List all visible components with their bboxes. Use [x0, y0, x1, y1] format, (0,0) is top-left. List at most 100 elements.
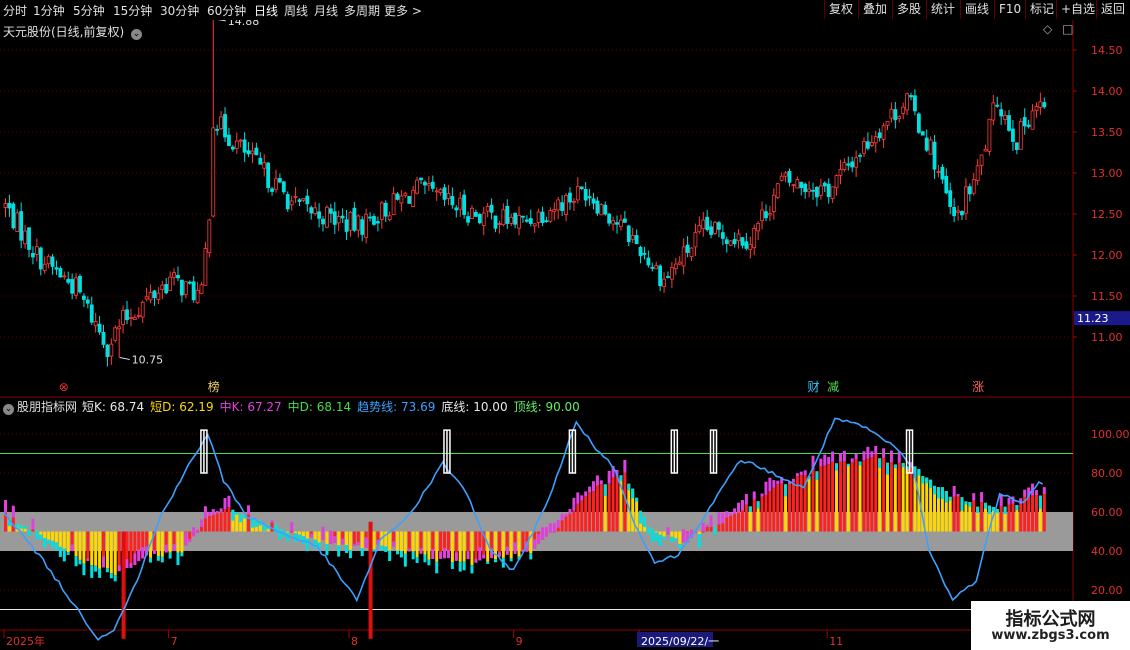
candle-body-258 — [1014, 142, 1019, 151]
candle-body-218 — [858, 154, 862, 157]
osc-mark-236 — [929, 479, 933, 488]
candle-body-62 — [246, 150, 251, 155]
toolbar-button-1[interactable]: 叠加 — [858, 0, 892, 19]
candle-body-9 — [38, 247, 43, 270]
osc-bar-191 — [752, 499, 756, 532]
candle-body-140 — [552, 209, 557, 213]
candle-body-64 — [254, 147, 259, 156]
osc-bar-230 — [905, 466, 909, 532]
period-tab-9[interactable]: 多周期 — [344, 2, 380, 19]
candle-body-265 — [1042, 102, 1047, 108]
osc-bar-104 — [411, 531, 415, 552]
chevron-down-icon[interactable]: ⌄ — [131, 29, 143, 40]
osc-bar-72 — [286, 531, 290, 533]
candle-body-227 — [893, 109, 898, 121]
stock-chart[interactable]: 14.50 14.00 13.50 13.00 12.50 12.00 11.50 11.00… — [0, 20, 1130, 650]
price-label-1: 14.00 — [1091, 85, 1123, 98]
toolbar-button-5[interactable]: F10 — [994, 0, 1025, 19]
osc-mark-76 — [301, 536, 305, 544]
osc-mark-27 — [109, 573, 113, 579]
candle-body-240 — [944, 175, 949, 194]
candle-body-264 — [1038, 101, 1043, 108]
candle-body-212 — [834, 175, 839, 189]
candle-body-155 — [611, 220, 615, 225]
candle-body-79 — [313, 207, 318, 214]
candle-body-30 — [121, 310, 125, 325]
osc-bar-212 — [835, 463, 839, 532]
toolbar-button-7[interactable]: +自选 — [1056, 0, 1096, 19]
toolbar-button-4[interactable]: 画线 — [960, 0, 994, 19]
osc-mark-186 — [733, 508, 737, 515]
osc-mark-119 — [470, 565, 474, 574]
period-tab-8[interactable]: 月线 — [314, 2, 338, 19]
osc-bar-254 — [999, 506, 1003, 532]
toolbar-button-3[interactable]: 统计 — [926, 0, 960, 19]
high-price-label: 14.88 — [228, 20, 260, 28]
legend-value: 68.74 — [105, 400, 145, 414]
diamond-icon[interactable]: ◇ — [1043, 22, 1052, 36]
candle-body-99 — [391, 193, 396, 215]
candle-body-111 — [438, 188, 443, 194]
osc-bar-208 — [819, 466, 823, 532]
osc-mark-110 — [435, 561, 439, 574]
osc-bar-195 — [768, 491, 772, 532]
period-tab-6[interactable]: 日线 — [254, 2, 278, 19]
ind-axis-label-1: 80.00 — [1091, 467, 1123, 480]
candle-body-170 — [670, 267, 674, 280]
osc-mark-34 — [137, 549, 141, 562]
osc-mark-104 — [411, 551, 415, 560]
osc-bar-53 — [211, 514, 215, 532]
candle-body-141 — [556, 199, 561, 211]
osc-mark-147 — [580, 495, 584, 501]
ind-axis-label-3: 40.00 — [1091, 545, 1123, 558]
candle-body-95 — [375, 221, 380, 224]
candle-body-31 — [125, 309, 129, 321]
candle-body-14 — [58, 268, 63, 278]
osc-bar-87 — [345, 531, 349, 546]
osc-mark-149 — [588, 486, 592, 493]
candle-body-239 — [940, 166, 945, 180]
period-tab-4[interactable]: 30分钟 — [160, 2, 199, 19]
toolbar-button-0[interactable]: 复权 — [824, 0, 858, 19]
candle-body-196 — [771, 194, 776, 212]
candle-body-11 — [46, 255, 51, 265]
candle-body-20 — [82, 295, 86, 300]
osc-bar-20 — [82, 531, 86, 564]
period-tab-7[interactable]: 周线 — [284, 2, 308, 19]
period-tab-0[interactable]: 分时 — [3, 2, 27, 19]
osc-bar-166 — [654, 531, 658, 533]
osc-bar-98 — [388, 531, 392, 551]
toolbar-button-2[interactable]: 多股 — [892, 0, 926, 19]
osc-bar-16 — [66, 531, 70, 553]
candle-body-208 — [818, 185, 823, 196]
osc-mark-195 — [768, 477, 772, 492]
osc-mark-162 — [639, 510, 643, 524]
period-tab-1[interactable]: 1分钟 — [33, 2, 65, 19]
osc-bar-57 — [227, 507, 231, 532]
osc-bar-263 — [1034, 495, 1038, 532]
period-tab-5[interactable]: 60分钟 — [207, 2, 246, 19]
osc-bar-85 — [337, 531, 341, 546]
period-tab-10[interactable]: 更多 > — [384, 2, 422, 19]
square-icon[interactable]: □ — [1062, 22, 1073, 36]
osc-mark-264 — [1038, 495, 1042, 509]
osc-mark-7 — [31, 518, 35, 530]
osc-mark-215 — [846, 463, 850, 467]
period-tab-2[interactable]: 5分钟 — [73, 2, 105, 19]
osc-bar-226 — [889, 462, 893, 532]
candle-body-157 — [619, 219, 623, 228]
osc-mark-158 — [623, 459, 627, 473]
osc-bar-101 — [399, 531, 403, 551]
osc-mark-112 — [443, 548, 447, 559]
toolbar-button-8[interactable]: 返回 — [1096, 0, 1130, 19]
candle-body-23 — [93, 321, 98, 327]
period-tab-3[interactable]: 15分钟 — [113, 2, 152, 19]
osc-mark-181 — [713, 526, 717, 535]
osc-mark-123 — [486, 561, 490, 564]
candle-body-235 — [924, 137, 929, 151]
osc-bar-11 — [47, 531, 51, 540]
legend-value: 67.27 — [243, 400, 282, 414]
chevron-down-icon[interactable]: ⌄ — [3, 404, 14, 415]
ind-axis-label-0: 100.00 — [1091, 428, 1130, 441]
toolbar-button-6[interactable]: 标记 — [1025, 0, 1056, 19]
